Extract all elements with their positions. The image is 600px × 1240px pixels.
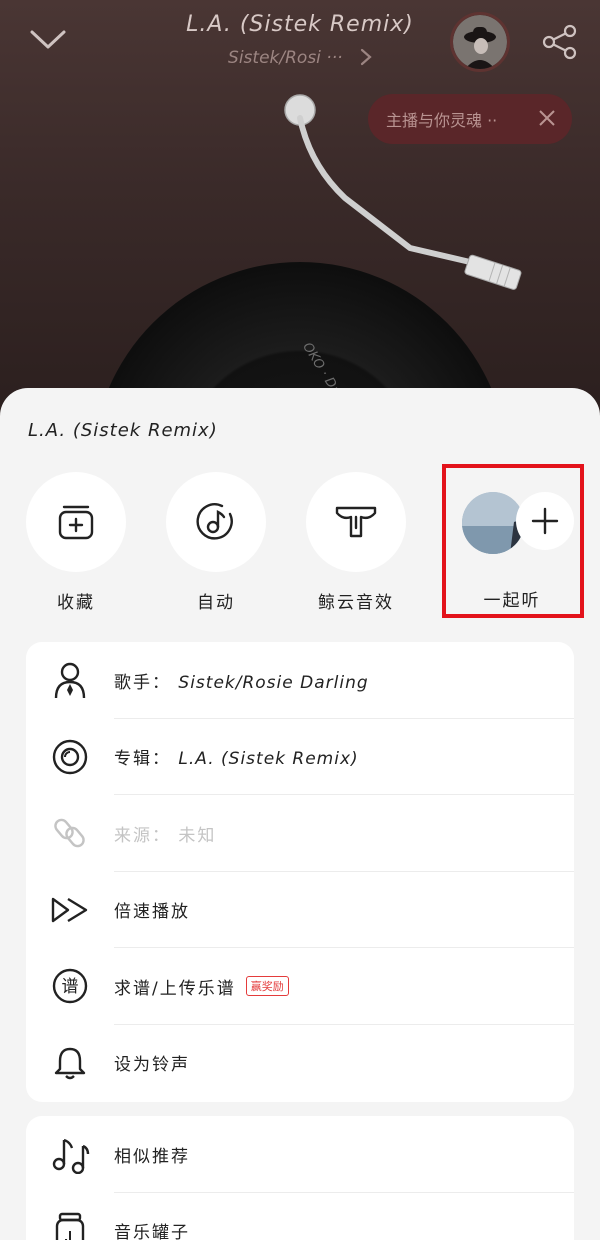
sheet-song-title: L.A. (Sistek Remix)	[28, 420, 218, 441]
singer-row[interactable]: 歌手： Sistek/Rosie Darling	[26, 642, 574, 719]
link-icon	[54, 818, 85, 848]
score-row[interactable]: 谱 求谱/上传乐谱 赢奖励	[26, 948, 574, 1025]
whale-cloud-icon	[335, 506, 377, 538]
collect-button[interactable]: 收藏	[21, 472, 131, 613]
whale-cloud-circle[interactable]	[306, 472, 406, 572]
collect-icon	[58, 505, 94, 540]
speed-label: 倍速播放	[114, 902, 190, 923]
auto-label: 自动	[197, 593, 235, 613]
reward-badge: 赢奖励	[245, 976, 289, 997]
quick-actions: 收藏 自动 鲸云音效 一起听	[0, 464, 600, 618]
ringtone-label: 设为铃声	[114, 1055, 190, 1076]
singer-value: Sistek/Rosie Darling	[178, 672, 369, 693]
album-label: 专辑：	[114, 749, 171, 770]
song-info-card: 歌手： Sistek/Rosie Darling 专辑： L.A. (Siste…	[26, 642, 574, 1102]
similar-row[interactable]: 相似推荐	[26, 1116, 574, 1193]
singer-label: 歌手：	[114, 672, 171, 693]
jar-icon	[55, 1212, 85, 1240]
speed-row[interactable]: 倍速播放	[26, 872, 574, 949]
ringtone-row[interactable]: 设为铃声	[26, 1025, 574, 1102]
svg-text:谱: 谱	[62, 977, 79, 997]
song-options-sheet: L.A. (Sistek Remix) 收藏 自动 鲸云音效 一起听 歌手： S…	[0, 388, 600, 1240]
bell-icon	[54, 1047, 86, 1079]
highlight-box	[442, 464, 584, 618]
collect-label: 收藏	[57, 593, 95, 613]
source-value: 未知	[178, 825, 217, 846]
similar-label: 相似推荐	[114, 1146, 190, 1167]
more-options-card: 相似推荐 音乐罐子	[26, 1116, 574, 1240]
auto-circle[interactable]	[166, 472, 266, 572]
source-label: 来源：	[114, 825, 171, 846]
music-jar-label: 音乐罐子	[114, 1223, 190, 1240]
whale-cloud-label: 鲸云音效	[318, 593, 394, 613]
album-row[interactable]: 专辑： L.A. (Sistek Remix)	[26, 719, 574, 796]
auto-button[interactable]: 自动	[161, 472, 271, 613]
singer-icon	[54, 663, 86, 699]
score-icon: 谱	[52, 969, 88, 1004]
album-icon	[52, 739, 88, 774]
tonearm	[284, 94, 522, 290]
collect-circle[interactable]	[26, 472, 126, 572]
whale-cloud-button[interactable]: 鲸云音效	[301, 472, 411, 613]
score-label: 求谱/上传乐谱	[114, 978, 236, 999]
notes-icon	[52, 1139, 90, 1175]
auto-music-icon	[196, 503, 233, 540]
speed-icon	[51, 897, 88, 922]
source-row: 来源： 未知	[26, 795, 574, 872]
album-value: L.A. (Sistek Remix)	[178, 749, 359, 770]
player-background: L.A. (Sistek Remix) Sistek/Rosi ··· 主播与你…	[0, 0, 600, 420]
music-jar-row[interactable]: 音乐罐子	[26, 1193, 574, 1240]
